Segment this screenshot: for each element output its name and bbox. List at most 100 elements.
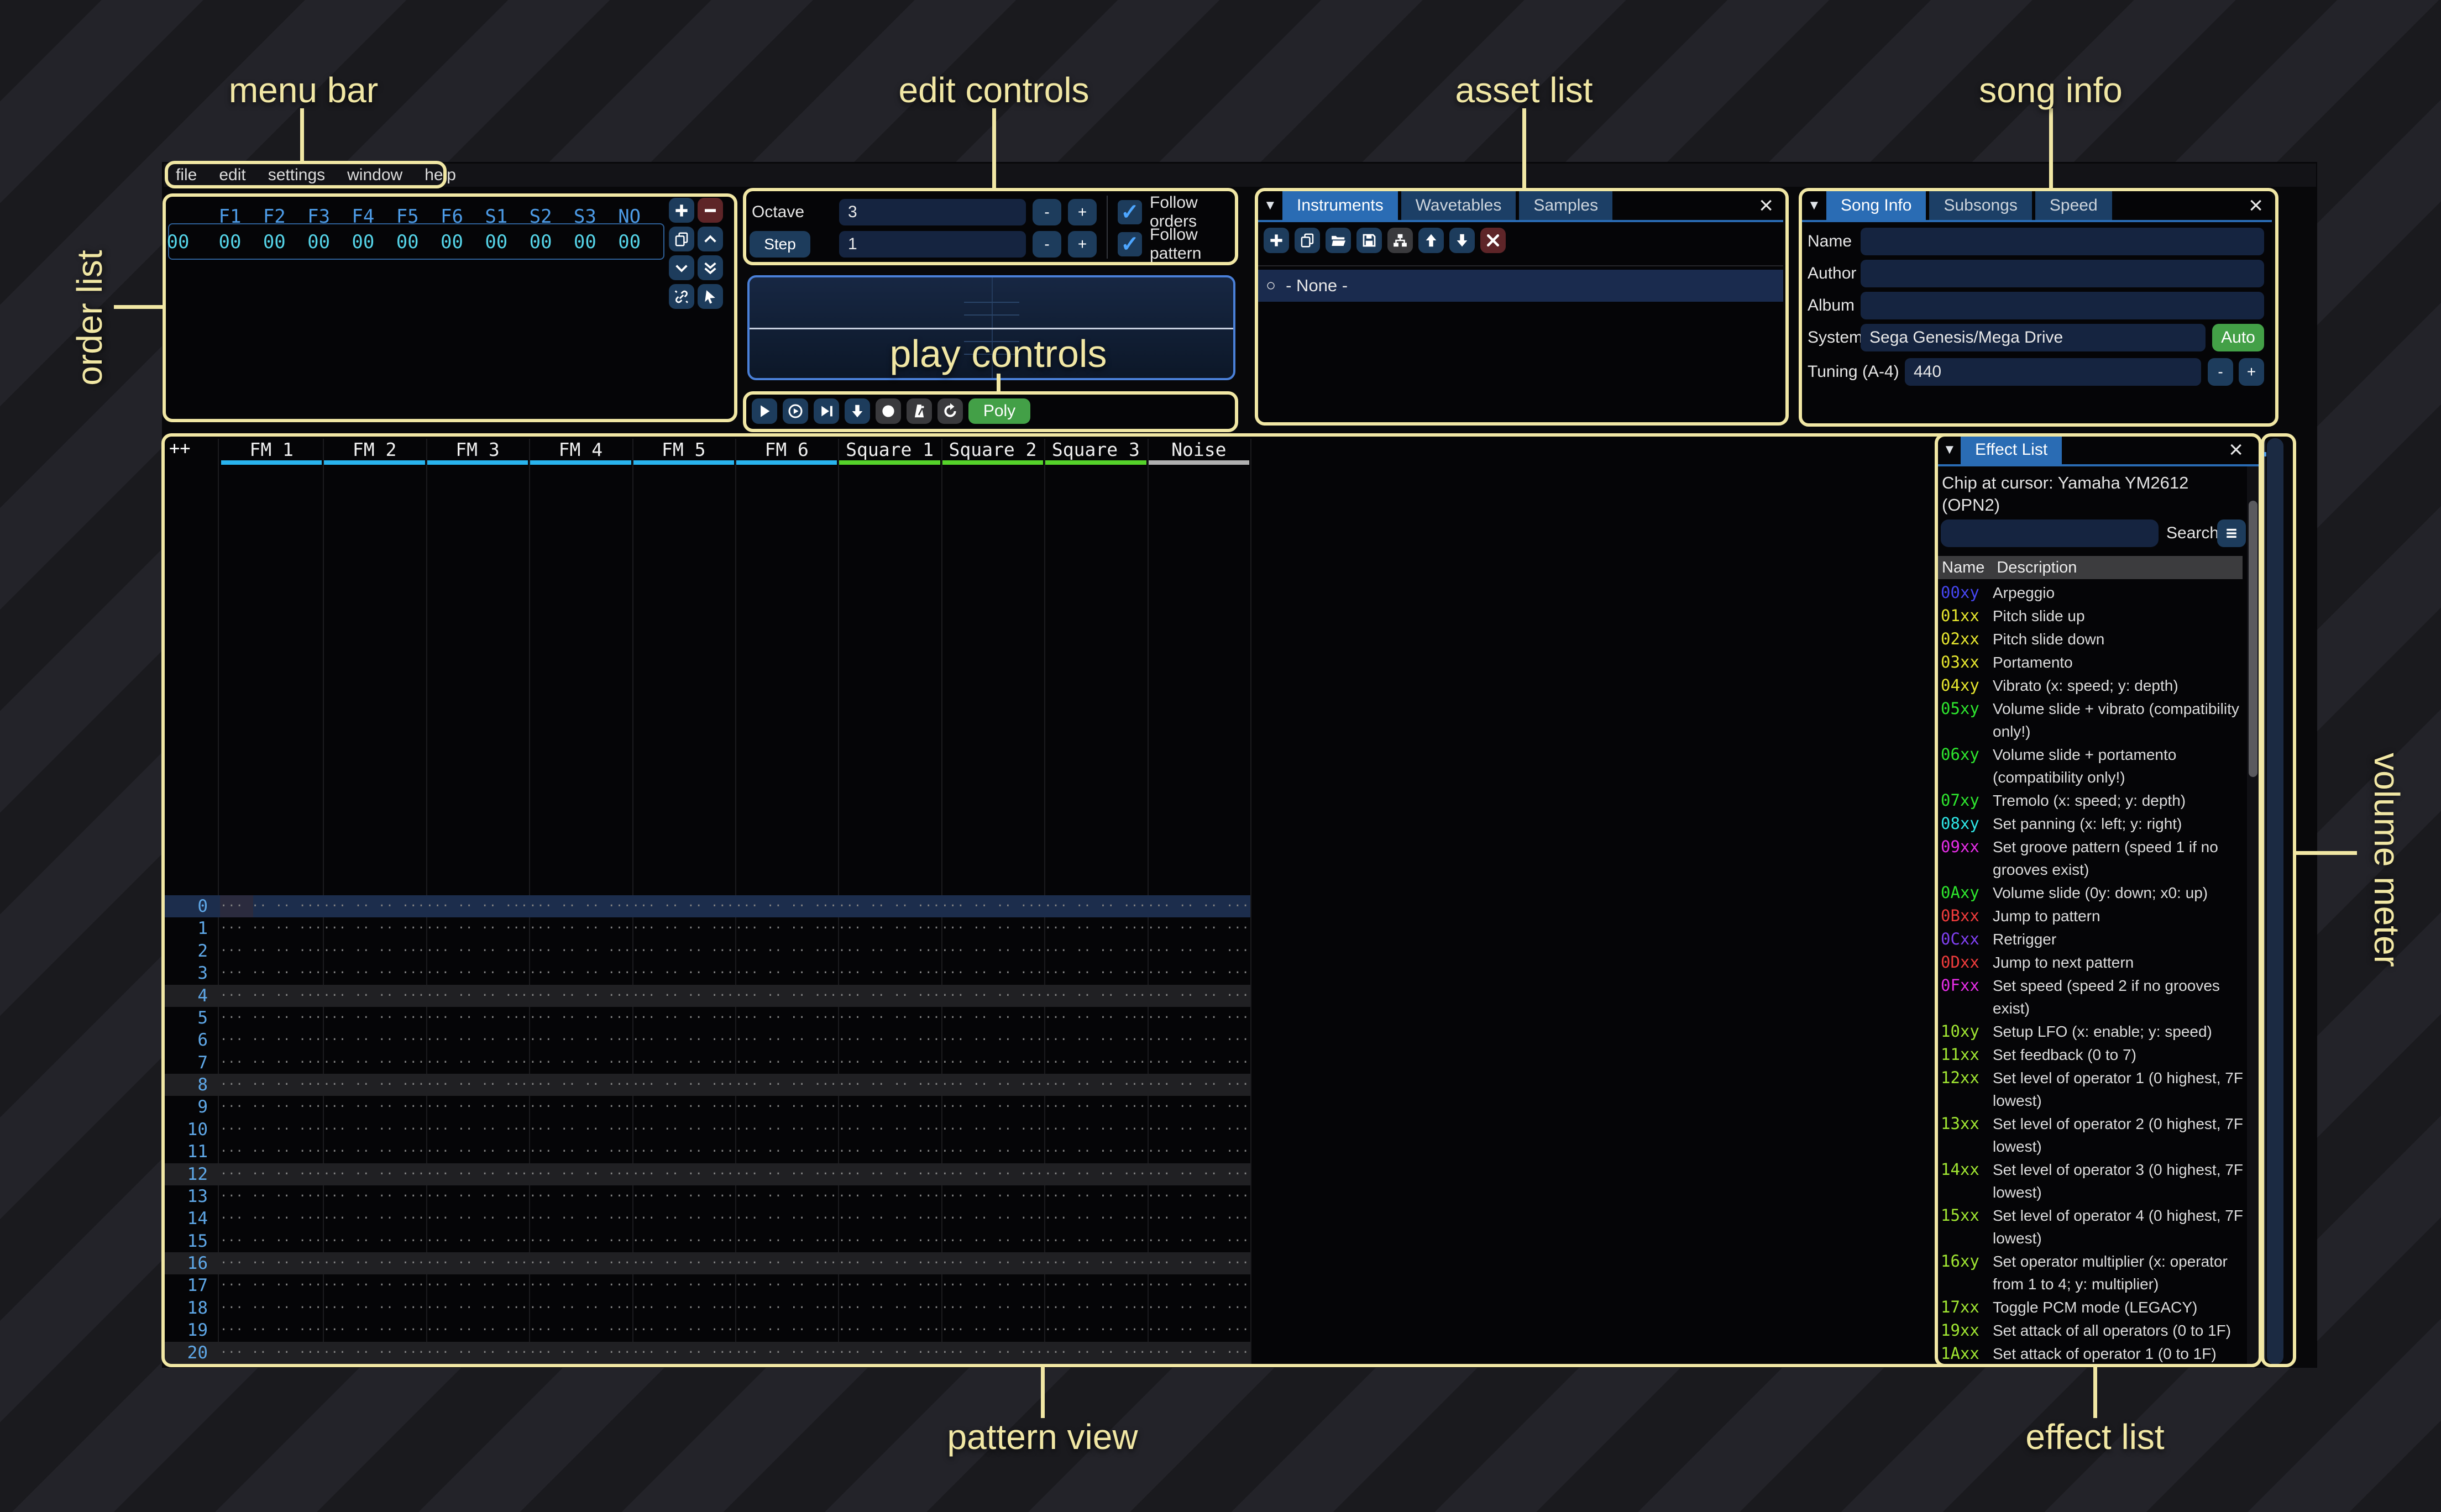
system-auto-button[interactable]: Auto	[2212, 324, 2264, 351]
pattern-cell[interactable]: ··· ·· ·· ····	[323, 985, 426, 1007]
pattern-cell[interactable]: ··· ·· ·· ····	[220, 985, 323, 1007]
pattern-cell[interactable]: ··· ·· ·· ····	[426, 1297, 529, 1319]
pattern-cell[interactable]: ··· ·· ·· ····	[426, 1230, 529, 1252]
pattern-cell[interactable]: ··· ·· ·· ····	[1148, 1297, 1250, 1319]
pattern-cell[interactable]: ··· ·· ·· ····	[735, 1319, 838, 1341]
duplicate-asset-button[interactable]	[1295, 228, 1320, 253]
pattern-cell[interactable]: ··· ·· ·· ····	[838, 1119, 941, 1141]
play-pattern-button[interactable]	[783, 398, 808, 424]
pattern-cell[interactable]: ··· ·· ·· ····	[838, 1185, 941, 1208]
pattern-cell[interactable]: ··· ·· ·· ····	[323, 1029, 426, 1051]
pattern-cell[interactable]: ··· ·· ·· ····	[323, 962, 426, 984]
pattern-cell[interactable]: ··· ·· ·· ····	[323, 1096, 426, 1118]
pattern-cell[interactable]: ··· ·· ·· ····	[323, 1052, 426, 1074]
repeat-pattern-button[interactable]	[937, 398, 963, 424]
pattern-cell[interactable]: ··· ·· ·· ····	[1044, 1141, 1147, 1163]
pattern-cell[interactable]: ··· ·· ·· ····	[1148, 1029, 1250, 1051]
pattern-cell[interactable]: ··· ·· ·· ····	[529, 1074, 632, 1096]
pattern-cell[interactable]: ··· ·· ·· ····	[941, 962, 1044, 984]
pattern-cell[interactable]: ··· ·· ·· ····	[941, 1208, 1044, 1230]
pattern-cell[interactable]: ··· ·· ·· ····	[941, 1252, 1044, 1274]
pattern-cell[interactable]: ··· ·· ·· ····	[941, 1230, 1044, 1252]
pattern-cell[interactable]: ··· ·· ·· ····	[735, 1096, 838, 1118]
pattern-cell[interactable]: ··· ·· ·· ····	[220, 917, 323, 939]
pattern-cell[interactable]: ··· ·· ·· ····	[941, 1074, 1044, 1096]
pattern-cell[interactable]: ··· ·· ·· ····	[323, 1007, 426, 1029]
follow-orders-checkbox[interactable]: ✓	[1118, 200, 1142, 224]
pattern-cell[interactable]: ··· ·· ·· ····	[529, 1119, 632, 1141]
pattern-cell[interactable]: ··· ·· ·· ····	[632, 1141, 735, 1163]
pattern-cell[interactable]: ··· ·· ·· ····	[1148, 985, 1250, 1007]
pattern-cell[interactable]: ··· ·· ·· ····	[220, 1274, 323, 1296]
move-order-down-button[interactable]	[669, 255, 694, 280]
pattern-cell[interactable]: ··· ·· ·· ····	[735, 1342, 838, 1364]
pattern-cell[interactable]: ··· ·· ·· ····	[1148, 940, 1250, 962]
pattern-cell[interactable]: ··· ·· ·· ····	[1044, 1274, 1147, 1296]
pattern-cell[interactable]: ··· ·· ·· ····	[426, 1163, 529, 1185]
save-asset-button[interactable]	[1356, 228, 1382, 253]
pattern-cell[interactable]: ··· ·· ·· ····	[1044, 1230, 1147, 1252]
pattern-cell[interactable]: ··· ·· ·· ····	[838, 1096, 941, 1118]
pattern-cell[interactable]: ··· ·· ·· ····	[529, 1319, 632, 1341]
tab-speed[interactable]: Speed	[2035, 191, 2112, 220]
order-cell[interactable]: 00	[485, 231, 507, 253]
pattern-cell[interactable]: ··· ·· ·· ····	[1148, 1074, 1250, 1096]
effect-list-scrollbar-thumb[interactable]	[2249, 501, 2257, 777]
pattern-cell[interactable]: ··· ·· ·· ····	[735, 962, 838, 984]
tab-samples[interactable]: Samples	[1519, 191, 1612, 220]
pattern-cell[interactable]: ··· ·· ·· ····	[426, 1208, 529, 1230]
pattern-cell[interactable]: ··· ·· ·· ····	[1148, 1163, 1250, 1185]
close-icon[interactable]: ×	[2249, 191, 2263, 220]
pattern-cell[interactable]: ··· ·· ·· ····	[838, 895, 941, 917]
pattern-cell[interactable]: ··· ·· ·· ····	[735, 985, 838, 1007]
pattern-cell[interactable]: ··· ·· ·· ····	[632, 895, 735, 917]
pattern-cell[interactable]: ··· ·· ·· ····	[632, 1252, 735, 1274]
pattern-cell[interactable]: ··· ·· ·· ····	[220, 1342, 323, 1364]
deep-clone-order-button[interactable]	[669, 284, 694, 309]
play-button[interactable]	[752, 398, 777, 424]
pattern-cell[interactable]: ··· ·· ·· ····	[1148, 962, 1250, 984]
step-down-button[interactable]	[845, 398, 870, 424]
step-decrease-button[interactable]: -	[1033, 231, 1061, 258]
pattern-cell[interactable]: ··· ·· ·· ····	[735, 1074, 838, 1096]
pattern-cell[interactable]: ··· ·· ·· ····	[426, 895, 529, 917]
asset-list-item-none[interactable]: ○ - None -	[1258, 270, 1783, 302]
pattern-cell[interactable]: ··· ·· ·· ····	[1044, 985, 1147, 1007]
pattern-cell[interactable]: ··· ·· ·· ····	[426, 985, 529, 1007]
pattern-cell[interactable]: ··· ·· ·· ····	[838, 1252, 941, 1274]
pattern-cell[interactable]: ··· ·· ·· ····	[1044, 1052, 1147, 1074]
pattern-cell[interactable]: ··· ·· ·· ····	[1044, 1342, 1147, 1364]
pattern-cell[interactable]: ··· ·· ·· ····	[220, 1141, 323, 1163]
pattern-cell[interactable]: ··· ·· ·· ····	[1148, 1052, 1250, 1074]
pattern-cell[interactable]: ··· ·· ·· ····	[220, 940, 323, 962]
pattern-cell[interactable]: ··· ·· ·· ····	[220, 895, 323, 917]
pattern-cell[interactable]: ··· ·· ·· ····	[735, 1029, 838, 1051]
pattern-cell[interactable]: ··· ·· ·· ····	[1044, 1297, 1147, 1319]
move-asset-up-button[interactable]	[1418, 228, 1444, 253]
pattern-cell[interactable]: ··· ·· ·· ····	[1148, 917, 1250, 939]
pattern-cell[interactable]: ··· ·· ·· ····	[735, 895, 838, 917]
tab-instruments[interactable]: Instruments	[1282, 191, 1398, 220]
pattern-cell[interactable]: ··· ·· ·· ····	[941, 1052, 1044, 1074]
pattern-cell[interactable]: ··· ·· ·· ····	[735, 1274, 838, 1296]
pattern-cell[interactable]: ··· ·· ·· ····	[941, 1119, 1044, 1141]
pattern-cell[interactable]: ··· ·· ·· ····	[529, 940, 632, 962]
channel-header-fm-3[interactable]: FM 3	[426, 439, 529, 460]
system-input[interactable]: Sega Genesis/Mega Drive	[1861, 324, 2206, 351]
pattern-cell[interactable]: ··· ·· ·· ····	[838, 917, 941, 939]
pattern-cell[interactable]: ··· ·· ·· ····	[632, 1163, 735, 1185]
pattern-cell[interactable]: ··· ·· ·· ····	[220, 1185, 323, 1208]
channel-header-square-1[interactable]: Square 1	[838, 439, 941, 460]
pattern-cell[interactable]: ··· ·· ·· ····	[632, 962, 735, 984]
pattern-cell[interactable]: ··· ·· ·· ····	[529, 1208, 632, 1230]
pattern-cell[interactable]: ··· ·· ·· ····	[220, 1052, 323, 1074]
tab-effect-list[interactable]: Effect List	[1961, 435, 2062, 464]
pattern-cell[interactable]: ··· ·· ·· ····	[323, 1319, 426, 1341]
tab-wavetables[interactable]: Wavetables	[1401, 191, 1516, 220]
order-cell[interactable]: 00	[396, 231, 419, 253]
tuning-decrease-button[interactable]: -	[2208, 358, 2233, 386]
pattern-cell[interactable]: ··· ·· ·· ····	[1044, 1163, 1147, 1185]
octave-decrease-button[interactable]: -	[1033, 199, 1061, 225]
pattern-cell[interactable]: ··· ·· ·· ····	[220, 1252, 323, 1274]
order-change-mode-button[interactable]	[698, 284, 723, 309]
